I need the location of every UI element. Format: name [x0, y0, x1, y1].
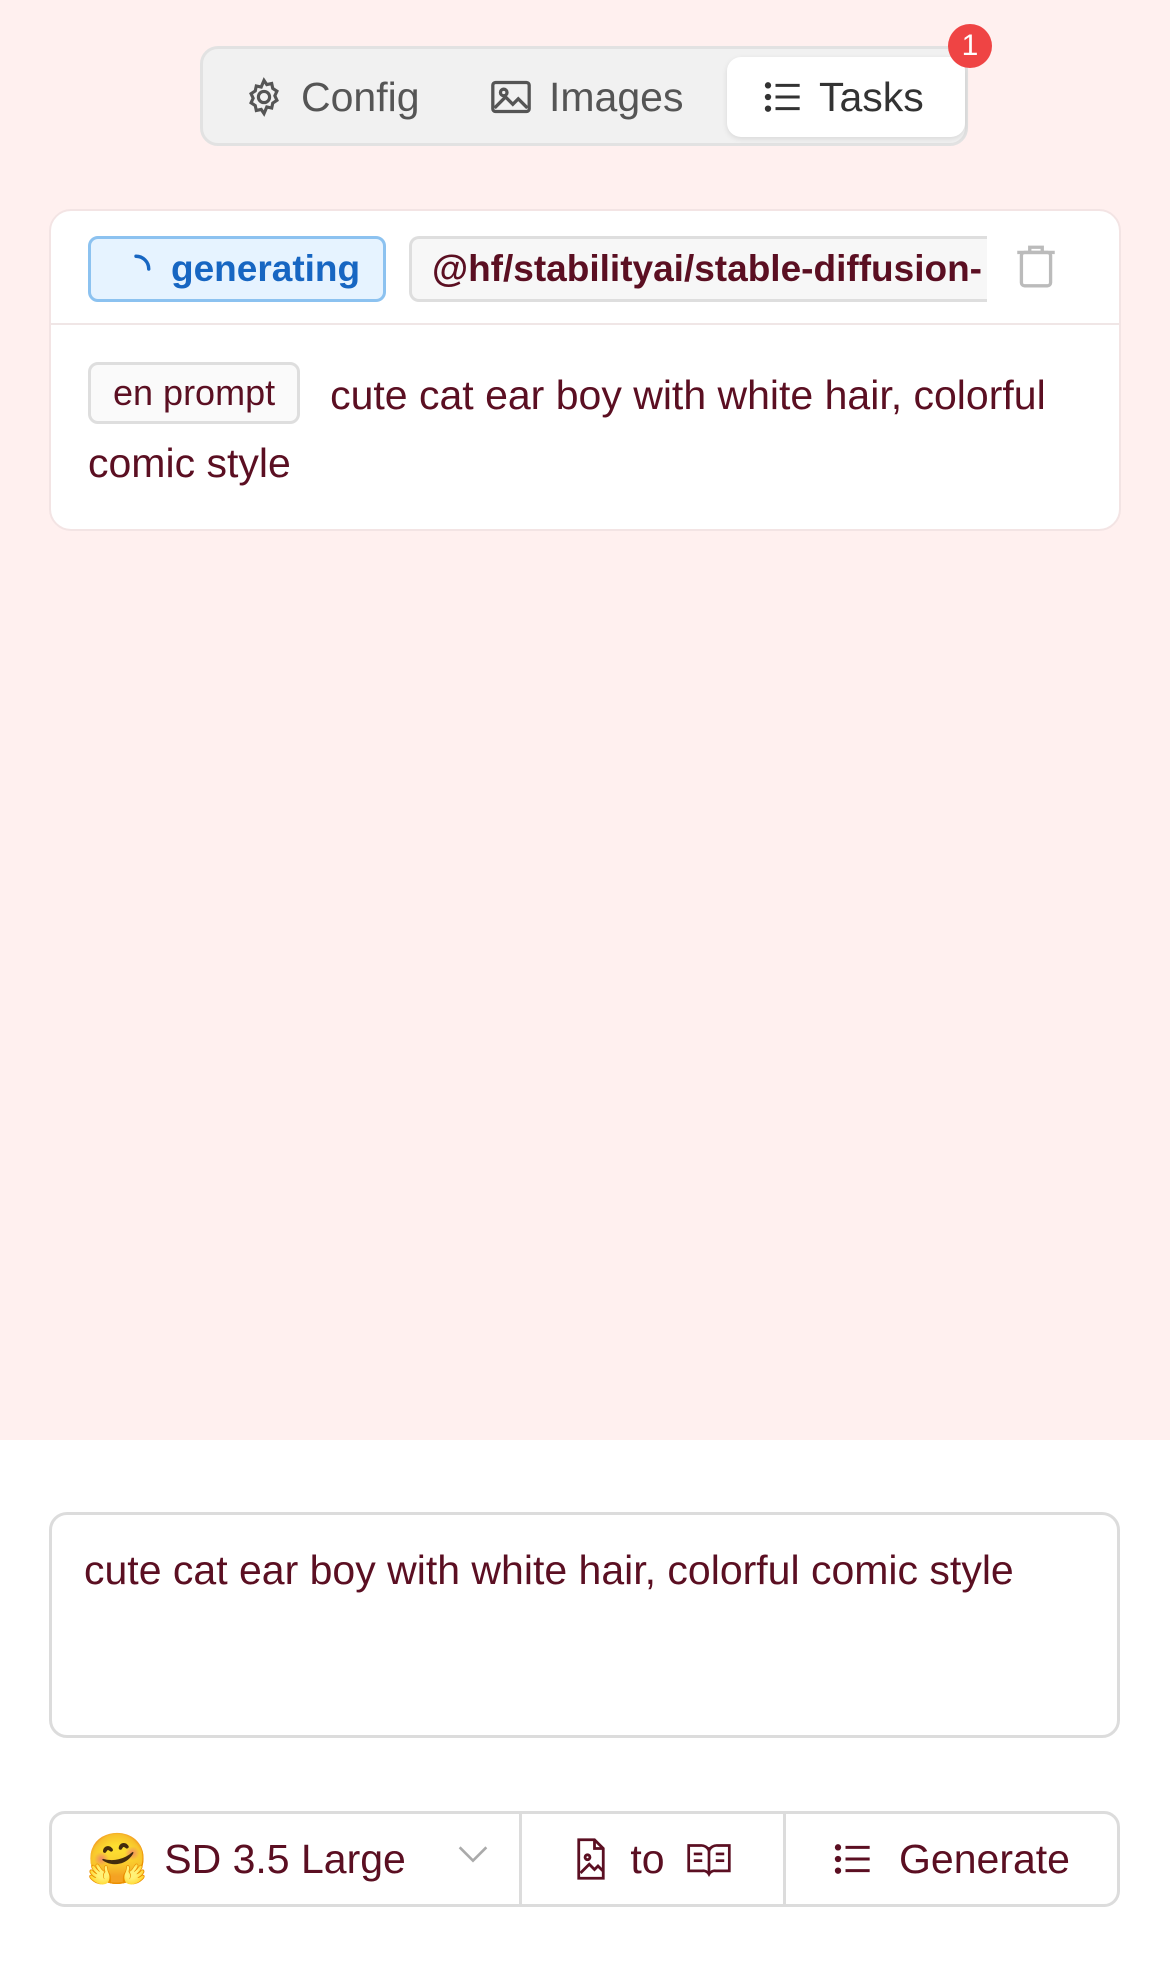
- task-card-header: generating @hf/stabilityai/stable-diffus…: [51, 211, 1119, 325]
- task-prompt: en prompt cute cat ear boy with white hai…: [88, 361, 1088, 497]
- image-icon: [491, 80, 531, 114]
- to-label: to: [630, 1835, 665, 1882]
- tab-tasks-label: Tasks: [819, 73, 924, 120]
- chevron-down-icon: [458, 1846, 488, 1863]
- gear-icon: [249, 77, 279, 117]
- spinner-icon: [134, 254, 151, 271]
- translate-to-button[interactable]: to: [522, 1814, 786, 1904]
- tab-tasks[interactable]: Tasks: [727, 57, 965, 137]
- tab-config-label: Config: [301, 73, 420, 120]
- trash-icon[interactable]: [1011, 241, 1061, 291]
- tab-config[interactable]: Config: [235, 57, 445, 137]
- prompt-language-tag: en prompt: [88, 362, 301, 424]
- generate-toolbar: 🤗 SD 3.5 Large to Generate: [49, 1811, 1120, 1907]
- list-icon: [834, 1844, 870, 1874]
- status-badge: generating: [88, 236, 386, 302]
- tab-images[interactable]: Images: [489, 57, 709, 137]
- tasks-count-badge: 1: [948, 24, 992, 68]
- tab-bar: Config Images Tasks: [200, 46, 968, 146]
- task-card: generating @hf/stabilityai/stable-diffus…: [49, 209, 1121, 531]
- file-image-icon: [577, 1838, 606, 1880]
- model-select-label: SD 3.5 Large: [164, 1835, 406, 1882]
- model-tag: @hf/stabilityai/stable-diffusion-: [409, 236, 987, 302]
- tab-images-label: Images: [549, 73, 684, 120]
- model-select[interactable]: 🤗 SD 3.5 Large: [52, 1814, 522, 1904]
- status-label: generating: [171, 248, 361, 289]
- generate-button[interactable]: Generate: [786, 1814, 1117, 1904]
- generate-label: Generate: [899, 1835, 1070, 1882]
- prompt-input[interactable]: cute cat ear boy with white hair, colorf…: [49, 1512, 1120, 1738]
- hugging-face-emoji-icon: 🤗: [86, 1830, 149, 1887]
- book-icon: [686, 1844, 731, 1877]
- list-icon: [764, 82, 800, 112]
